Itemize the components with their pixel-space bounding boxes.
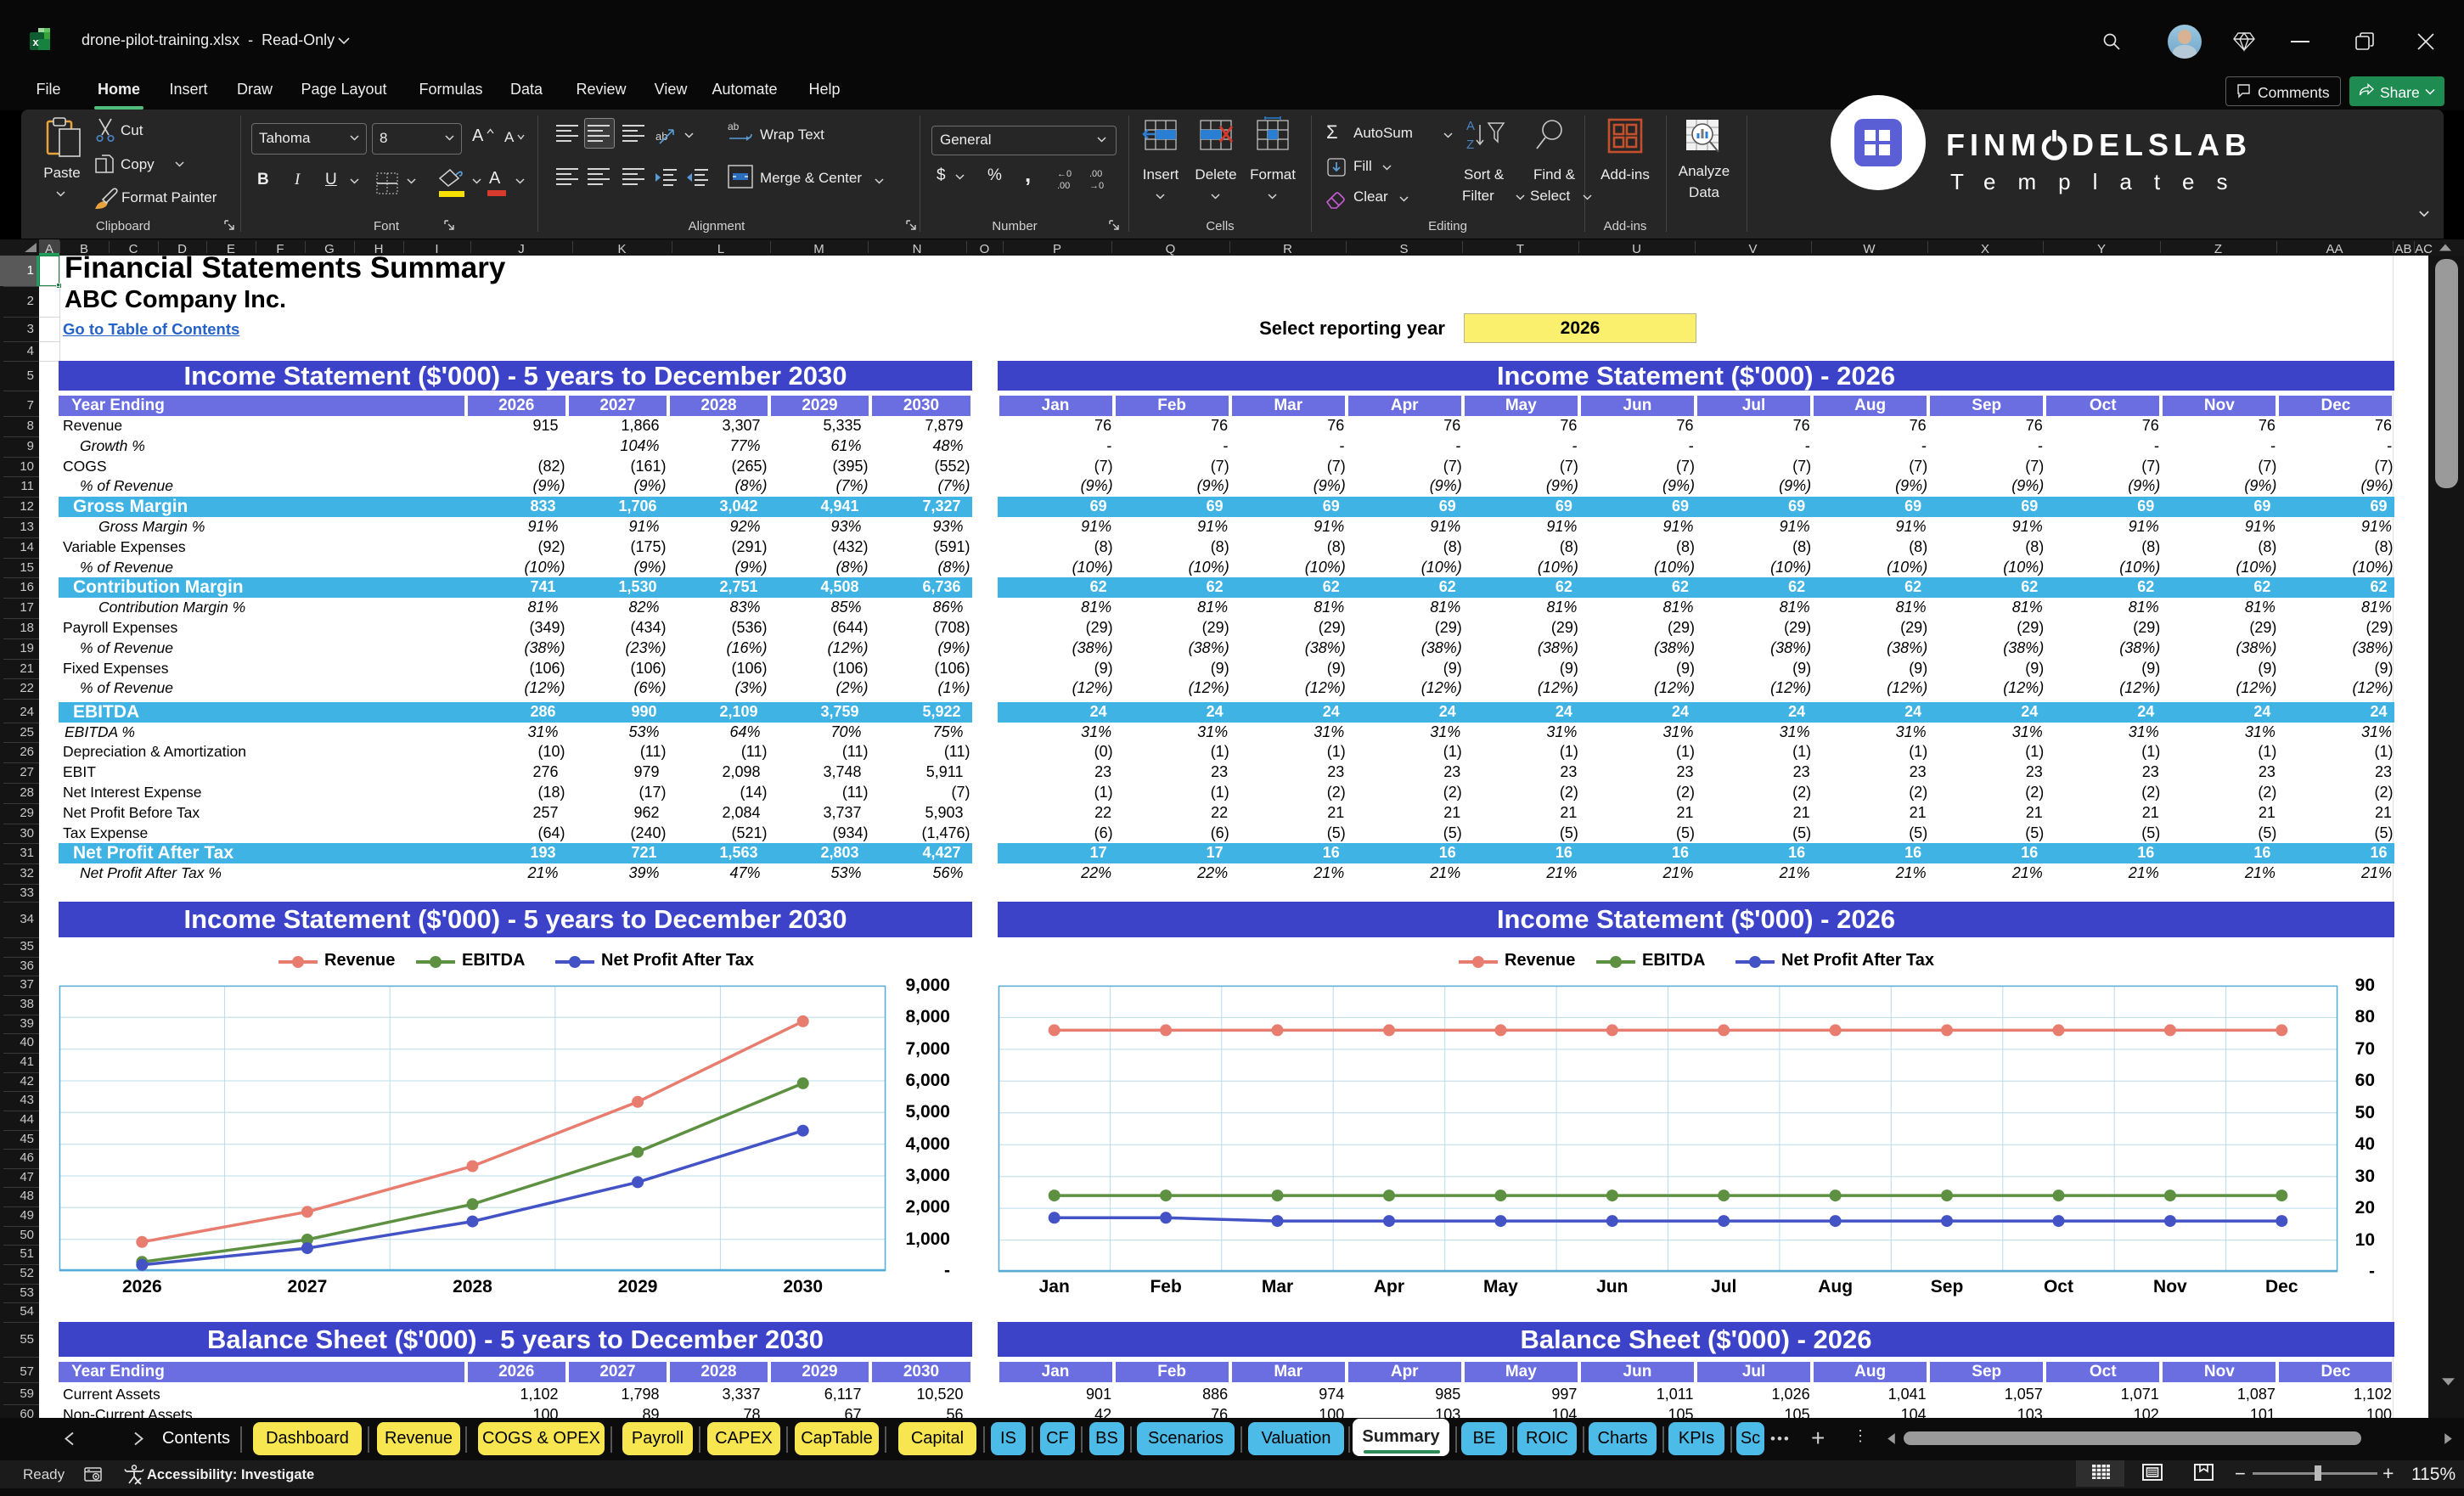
svg-text:A: A: [1466, 119, 1475, 133]
svg-text:Z: Z: [1466, 138, 1474, 152]
svg-text:ab: ab: [728, 121, 740, 132]
svg-text:x: x: [32, 36, 39, 48]
svg-text:←0: ←0: [1057, 169, 1072, 179]
svg-text:.00: .00: [1089, 169, 1102, 179]
svg-text:→0: →0: [1089, 181, 1104, 191]
svg-text:.00: .00: [1057, 181, 1070, 191]
